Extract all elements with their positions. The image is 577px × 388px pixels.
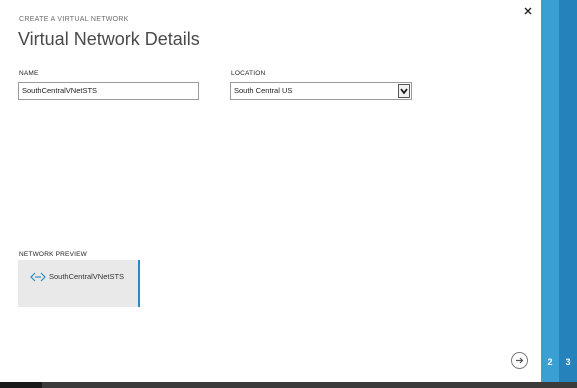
- name-input[interactable]: SouthCentralVNetSTS: [18, 82, 199, 100]
- next-button[interactable]: [511, 352, 528, 369]
- bottom-bar: [0, 382, 577, 388]
- arrow-right-icon: [516, 357, 524, 364]
- close-icon[interactable]: [522, 6, 534, 18]
- virtual-network-icon: [30, 272, 46, 282]
- step-3-number: 3: [565, 357, 571, 367]
- create-virtual-network-dialog: CREATE A VIRTUAL NETWORK Virtual Network…: [0, 0, 541, 382]
- network-preview-label: NETWORK PREVIEW: [19, 251, 88, 258]
- step-2-number: 2: [547, 357, 553, 367]
- dialog-eyebrow: CREATE A VIRTUAL NETWORK: [19, 16, 129, 23]
- location-selected-value: South Central US: [234, 86, 293, 95]
- location-select[interactable]: South Central US: [230, 82, 412, 100]
- wizard-step-rail: 2 3: [541, 0, 577, 382]
- step-3[interactable]: 3: [559, 0, 577, 382]
- close-icon-glyph: [524, 7, 532, 15]
- chevron-down-icon[interactable]: [398, 84, 410, 98]
- step-2[interactable]: 2: [541, 0, 559, 382]
- location-label: LOCATION: [231, 70, 266, 77]
- page-title: Virtual Network Details: [18, 29, 200, 49]
- chevron-down-glyph: [400, 88, 408, 95]
- name-label: NAME: [19, 70, 39, 77]
- network-preview-card: SouthCentralVNetSTS: [18, 260, 140, 307]
- bottom-bar-left: [0, 382, 42, 388]
- preview-network-name: SouthCentralVNetSTS: [49, 272, 125, 281]
